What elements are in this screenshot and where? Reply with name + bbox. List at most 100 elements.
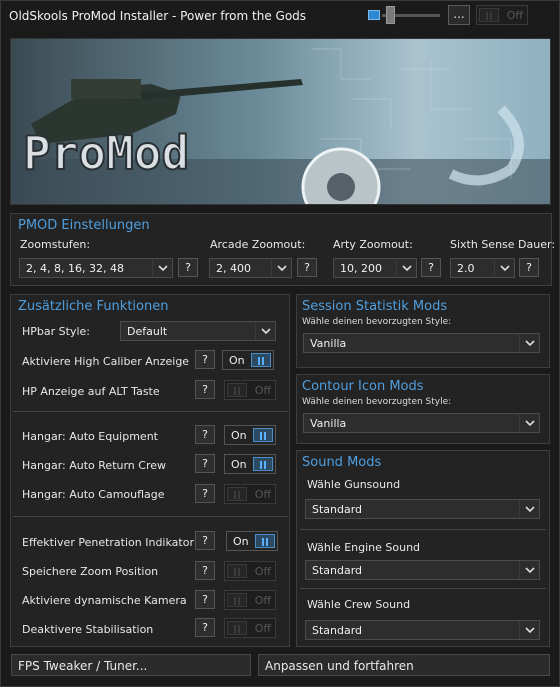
toggle-label: On (231, 429, 247, 442)
feature-help-button[interactable]: ? (195, 618, 215, 637)
toggle-label: Off (254, 565, 271, 578)
divider (300, 588, 546, 589)
gunsound-label: Wähle Gunsound (307, 478, 401, 491)
feature-toggle-auto-camouflage[interactable]: Off (224, 484, 276, 504)
top-toggle[interactable]: Off (476, 5, 528, 25)
arty-label: Arty Zoomout: (333, 238, 413, 251)
session-stats-title: Session Statistik Mods (302, 299, 448, 314)
crew-sound-dropdown[interactable]: Standard (305, 620, 540, 640)
crew-sound-value: Standard (312, 624, 363, 637)
contour-icon-dropdown[interactable]: Vanilla (303, 413, 540, 433)
feature-toggle-zoom-position[interactable]: Off (224, 561, 276, 581)
toggle-knob (479, 8, 499, 22)
feature-label: Effektiver Penetration Indikator (22, 536, 194, 549)
toggle-knob (253, 428, 273, 442)
chevron-down-icon (519, 561, 539, 579)
arty-dropdown[interactable]: 10, 200 (333, 258, 417, 278)
sound-mods-title: Sound Mods (302, 455, 382, 470)
feature-help-button[interactable]: ? (195, 590, 215, 609)
fps-tweaker-button[interactable]: FPS Tweaker / Tuner... (11, 654, 251, 676)
menu-dots-button[interactable]: ... (448, 5, 470, 25)
toggle-label: Off (254, 488, 271, 501)
toggle-knob (253, 457, 273, 471)
sixth-sense-help-button[interactable]: ? (519, 258, 539, 277)
session-stats-value: Vanilla (310, 337, 347, 350)
promod-banner: ProMod (10, 38, 551, 205)
title-bar: OldSkools ProMod Installer - Power from … (0, 0, 560, 30)
feature-help-button[interactable]: ? (195, 484, 215, 503)
feature-label: Hangar: Auto Return Crew (22, 459, 166, 472)
feature-label: Aktiviere High Caliber Anzeige (22, 355, 190, 368)
toggle-label: Off (254, 622, 271, 635)
engine-sound-label: Wähle Engine Sound (307, 541, 421, 554)
toggle-knob (227, 621, 247, 635)
zoom-dropdown[interactable]: 2, 4, 8, 16, 32, 48 (19, 258, 173, 278)
feature-toggle-auto-equipment[interactable]: On (224, 425, 276, 445)
feature-help-button[interactable]: ? (195, 350, 215, 369)
toggle-label: Off (254, 384, 271, 397)
feature-toggle-stabilisation[interactable]: Off (224, 618, 276, 638)
zoom-label: Zoomstufen: (20, 238, 91, 251)
sixth-sense-label: Sixth Sense Dauer: (450, 238, 556, 251)
chevron-down-icon (152, 259, 172, 277)
chevron-down-icon (396, 259, 416, 277)
banner-logo-text: ProMod (23, 126, 189, 180)
hpbar-style-value: Default (127, 325, 168, 338)
hpbar-style-dropdown[interactable]: Default (120, 321, 276, 341)
session-stats-dropdown[interactable]: Vanilla (303, 333, 540, 353)
feature-help-button[interactable]: ? (195, 561, 215, 580)
feature-help-button[interactable]: ? (195, 425, 215, 444)
feature-toggle-hp-alt[interactable]: Off (224, 380, 276, 400)
toggle-knob (227, 487, 247, 501)
chevron-down-icon (271, 259, 291, 277)
contour-icon-subtitle: Wähle deinen bevorzugten Style: (302, 397, 452, 407)
continue-button[interactable]: Anpassen und fortfahren (258, 654, 550, 676)
chevron-down-icon (519, 414, 539, 432)
divider (13, 516, 288, 517)
arcade-value: 2, 400 (216, 262, 251, 275)
feature-label: Deaktivere Stabilisation (22, 623, 154, 636)
feature-help-button[interactable]: ? (195, 531, 215, 550)
arcade-help-button[interactable]: ? (297, 258, 317, 277)
chevron-down-icon (519, 621, 539, 639)
engine-sound-dropdown[interactable]: Standard (305, 560, 540, 580)
arty-help-button[interactable]: ? (421, 258, 441, 277)
feature-help-button[interactable]: ? (195, 380, 215, 399)
feature-toggle-auto-return-crew[interactable]: On (224, 454, 276, 474)
chevron-down-icon (494, 259, 514, 277)
hpbar-style-label: HPbar Style: (22, 325, 90, 338)
contour-icon-value: Vanilla (310, 417, 347, 430)
sixth-sense-value: 2.0 (457, 262, 475, 275)
toggle-knob (255, 534, 275, 548)
chevron-down-icon (519, 500, 539, 518)
toggle-label: Off (254, 594, 271, 607)
window-title: OldSkools ProMod Installer - Power from … (9, 9, 307, 23)
feature-toggle-dynamic-camera[interactable]: Off (224, 590, 276, 610)
arcade-dropdown[interactable]: 2, 400 (209, 258, 292, 278)
feature-toggle-high-caliber[interactable]: On (222, 350, 274, 370)
crew-sound-label: Wähle Crew Sound (307, 598, 411, 611)
feature-label: Speichere Zoom Position (22, 565, 159, 578)
pmod-settings-title: PMOD Einstellungen (18, 218, 150, 233)
chevron-down-icon (255, 322, 275, 340)
sixth-sense-dropdown[interactable]: 2.0 (450, 258, 515, 278)
volume-slider-handle[interactable] (386, 6, 395, 24)
feature-label: Hangar: Auto Equipment (22, 430, 158, 443)
feature-toggle-penetration-indicator[interactable]: On (226, 531, 278, 551)
continue-label: Anpassen und fortfahren (265, 659, 414, 673)
extra-functions-title: Zusätzliche Funktionen (18, 299, 169, 314)
session-stats-subtitle: Wähle deinen bevorzugten Style: (302, 317, 452, 327)
zoom-help-button[interactable]: ? (178, 258, 198, 277)
feature-help-button[interactable]: ? (195, 454, 215, 473)
feature-label: HP Anzeige auf ALT Taste (22, 385, 160, 398)
toggle-label: On (229, 354, 245, 367)
gunsound-dropdown[interactable]: Standard (305, 499, 540, 519)
divider (300, 529, 546, 530)
gunsound-value: Standard (312, 503, 363, 516)
toggle-knob (251, 353, 271, 367)
fps-tweaker-label: FPS Tweaker / Tuner... (18, 659, 148, 673)
toggle-label: On (231, 458, 247, 471)
chevron-down-icon (519, 334, 539, 352)
banner-artwork: ProMod (11, 39, 550, 204)
volume-icon[interactable] (368, 10, 380, 20)
